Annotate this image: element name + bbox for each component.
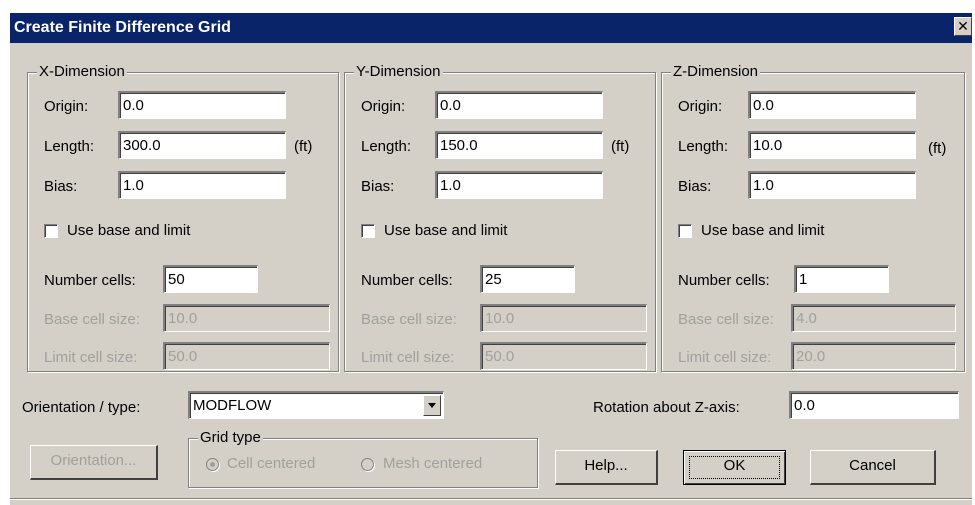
grid-type-legend: Grid type (198, 429, 263, 446)
x-cells-label: Number cells: (44, 272, 136, 289)
y-length-input[interactable]: 150.0 (435, 131, 603, 159)
y-base-size-label: Base cell size: (361, 311, 457, 328)
orientation-type-value: MODFLOW (193, 397, 272, 414)
z-length-label: Length: (678, 138, 729, 155)
x-limit-size-input: 50.0 (163, 342, 330, 370)
rotation-input[interactable]: 0.0 (789, 391, 959, 419)
y-base-limit-label[interactable]: Use base and limit (384, 222, 507, 239)
orientation-type-label: Orientation / type: (22, 399, 141, 416)
y-base-size-input: 10.0 (480, 304, 647, 332)
z-limit-size-input: 20.0 (791, 342, 956, 370)
z-bias-input[interactable]: 1.0 (748, 171, 916, 199)
cell-centered-radio[interactable] (206, 458, 219, 471)
y-limit-size-label: Limit cell size: (361, 349, 455, 366)
x-bias-label: Bias: (44, 178, 78, 195)
z-length-unit: (ft) (928, 140, 947, 157)
mesh-centered-label[interactable]: Mesh centered (383, 455, 482, 472)
cell-centered-label[interactable]: Cell centered (227, 455, 315, 472)
close-icon: ✕ (957, 18, 969, 34)
x-dimension-legend: X-Dimension (37, 63, 127, 80)
z-base-size-input: 4.0 (791, 304, 956, 332)
z-base-limit-checkbox[interactable] (678, 224, 692, 238)
z-cells-label: Number cells: (678, 272, 770, 289)
y-limit-size-input: 50.0 (480, 342, 647, 370)
x-origin-label: Origin: (44, 98, 89, 115)
title-bar: Create Finite Difference Grid ✕ (10, 13, 972, 43)
x-base-limit-label[interactable]: Use base and limit (67, 222, 190, 239)
x-limit-size-label: Limit cell size: (44, 349, 138, 366)
window-title: Create Finite Difference Grid (14, 19, 231, 36)
mesh-centered-radio[interactable] (361, 458, 374, 471)
z-base-limit-label[interactable]: Use base and limit (701, 222, 824, 239)
y-dimension-legend: Y-Dimension (354, 63, 443, 80)
y-origin-label: Origin: (361, 98, 406, 115)
y-bias-label: Bias: (361, 178, 395, 195)
y-length-unit: (ft) (611, 138, 630, 155)
y-cells-input[interactable]: 25 (480, 265, 575, 293)
orientation-type-select[interactable]: MODFLOW (188, 391, 444, 419)
z-dimension-legend: Z-Dimension (671, 63, 761, 80)
y-cells-label: Number cells: (361, 272, 453, 289)
z-cells-input[interactable]: 1 (794, 265, 889, 293)
y-bias-input[interactable]: 1.0 (435, 171, 603, 199)
z-dimension-group: Z-Dimension Origin: 0.0 Length: 10.0 (ft… (661, 63, 965, 372)
focus-rectangle (689, 456, 780, 479)
dialog-window: Create Finite Difference Grid ✕ X-Dimens… (10, 13, 972, 505)
x-origin-input[interactable]: 0.0 (118, 91, 286, 119)
x-base-limit-checkbox[interactable] (44, 224, 58, 238)
y-length-label: Length: (361, 138, 412, 155)
close-button[interactable]: ✕ (954, 17, 972, 36)
z-origin-label: Origin: (678, 98, 723, 115)
bottom-divider (10, 498, 972, 500)
x-base-size-label: Base cell size: (44, 311, 140, 328)
x-length-input[interactable]: 300.0 (118, 131, 286, 159)
ok-button[interactable]: OK (683, 450, 786, 485)
rotation-label: Rotation about Z-axis: (593, 399, 740, 416)
y-base-limit-checkbox[interactable] (361, 224, 375, 238)
cancel-button[interactable]: Cancel (810, 450, 936, 485)
z-base-size-label: Base cell size: (678, 311, 774, 328)
x-length-unit: (ft) (294, 138, 313, 155)
z-bias-label: Bias: (678, 178, 712, 195)
chevron-down-icon[interactable] (423, 395, 441, 416)
z-length-input[interactable]: 10.0 (748, 131, 916, 159)
z-limit-size-label: Limit cell size: (678, 349, 772, 366)
x-dimension-group: X-Dimension Origin: 0.0 Length: 300.0 (f… (27, 63, 339, 372)
x-base-size-input: 10.0 (163, 304, 330, 332)
z-origin-input[interactable]: 0.0 (748, 91, 916, 119)
y-dimension-group: Y-Dimension Origin: 0.0 Length: 150.0 (f… (344, 63, 656, 372)
grid-type-group: Grid type Cell centered Mesh centered (188, 429, 538, 488)
x-bias-input[interactable]: 1.0 (118, 171, 286, 199)
orientation-button[interactable]: Orientation... (30, 445, 158, 480)
x-cells-input[interactable]: 50 (163, 265, 258, 293)
help-button[interactable]: Help... (555, 450, 658, 485)
y-origin-input[interactable]: 0.0 (435, 91, 603, 119)
x-length-label: Length: (44, 138, 95, 155)
